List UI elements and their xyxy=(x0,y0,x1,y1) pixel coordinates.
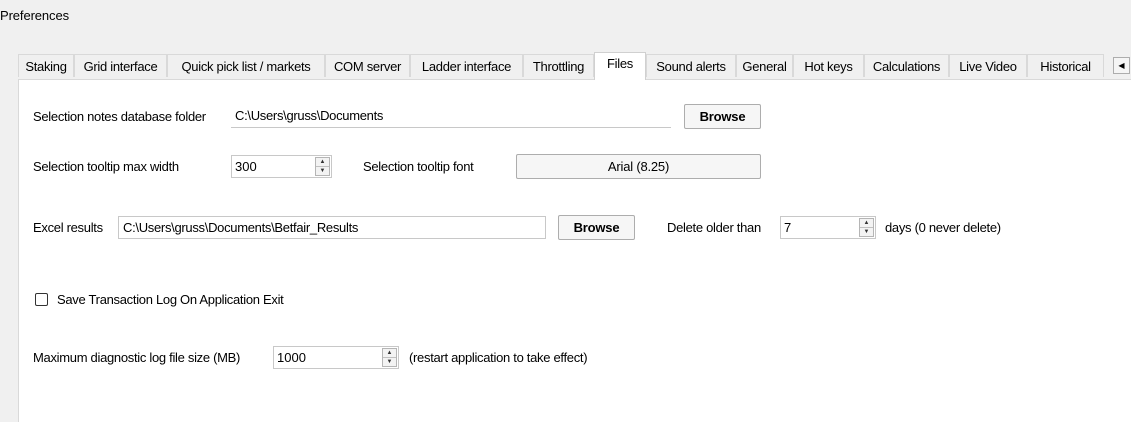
tab-files[interactable]: Files xyxy=(594,52,646,80)
tooltip-width-value[interactable]: 300 xyxy=(235,156,257,177)
delete-older-value[interactable]: 7 xyxy=(784,217,791,238)
spin-down-icon[interactable]: ▼ xyxy=(316,167,329,175)
save-log-label[interactable]: Save Transaction Log On Application Exit xyxy=(57,292,284,308)
tab-quick-pick-list[interactable]: Quick pick list / markets xyxy=(167,54,325,77)
tab-strip: Staking Grid interface Quick pick list /… xyxy=(18,52,1131,80)
tab-scroll-left-icon[interactable]: ◀ xyxy=(1113,57,1130,74)
files-panel: Selection notes database folder C:\Users… xyxy=(18,79,1131,422)
tab-throttling[interactable]: Throttling xyxy=(523,54,594,77)
tooltip-font-label: Selection tooltip font xyxy=(363,159,474,174)
tab-historical[interactable]: Historical xyxy=(1027,54,1104,77)
max-log-spin-buttons[interactable]: ▲ ▼ xyxy=(382,348,397,367)
tab-scroll-buttons: ◀ ▶ xyxy=(1113,57,1131,75)
tooltip-width-label: Selection tooltip max width xyxy=(33,159,179,174)
delete-older-suffix: days (0 never delete) xyxy=(885,220,1001,235)
notes-folder-label: Selection notes database folder xyxy=(33,109,206,124)
delete-older-spin-buttons[interactable]: ▲ ▼ xyxy=(859,218,874,237)
tab-ladder-interface[interactable]: Ladder interface xyxy=(410,54,523,77)
tab-live-video[interactable]: Live Video xyxy=(949,54,1027,77)
tab-com-server[interactable]: COM server xyxy=(325,54,410,77)
tooltip-font-button[interactable]: Arial (8.25) xyxy=(516,154,761,179)
notes-folder-input[interactable]: C:\Users\gruss\Documents xyxy=(231,105,671,128)
spin-up-icon[interactable]: ▲ xyxy=(316,158,329,167)
spin-up-icon[interactable]: ▲ xyxy=(383,349,396,358)
notes-browse-button[interactable]: Browse xyxy=(684,104,761,129)
excel-results-label: Excel results xyxy=(33,220,103,235)
tab-staking[interactable]: Staking xyxy=(18,54,74,77)
tab-general[interactable]: General xyxy=(736,54,793,77)
spin-down-icon[interactable]: ▼ xyxy=(383,358,396,366)
max-log-label: Maximum diagnostic log file size (MB) xyxy=(33,350,241,365)
tab-grid-interface[interactable]: Grid interface xyxy=(74,54,167,77)
max-log-value[interactable]: 1000 xyxy=(277,347,306,368)
tab-calculations[interactable]: Calculations xyxy=(864,54,949,77)
tooltip-width-spin-buttons[interactable]: ▲ ▼ xyxy=(315,157,330,176)
window-title: Preferences xyxy=(0,8,69,23)
spin-down-icon[interactable]: ▼ xyxy=(860,228,873,236)
max-log-note: (restart application to take effect) xyxy=(409,350,588,365)
max-log-stepper[interactable]: 1000 ▲ ▼ xyxy=(273,346,399,369)
delete-older-stepper[interactable]: 7 ▲ ▼ xyxy=(780,216,876,239)
delete-older-label: Delete older than xyxy=(667,220,761,235)
excel-browse-button[interactable]: Browse xyxy=(558,215,635,240)
excel-results-input[interactable]: C:\Users\gruss\Documents\Betfair_Results xyxy=(118,216,546,239)
spin-up-icon[interactable]: ▲ xyxy=(860,219,873,228)
tab-hot-keys[interactable]: Hot keys xyxy=(793,54,864,77)
tooltip-width-stepper[interactable]: 300 ▲ ▼ xyxy=(231,155,332,178)
tab-sound-alerts[interactable]: Sound alerts xyxy=(646,54,736,77)
save-log-checkbox[interactable] xyxy=(35,293,48,306)
